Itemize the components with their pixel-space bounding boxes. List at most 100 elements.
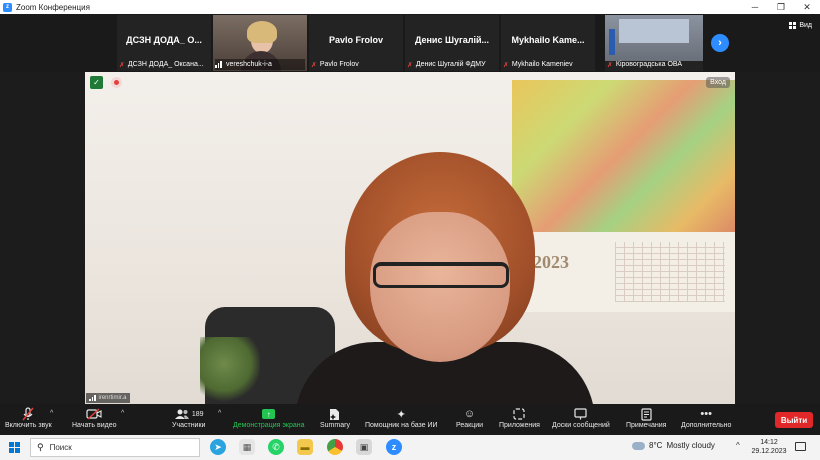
video-options-caret[interactable]: ^ [121,410,124,417]
leave-button[interactable]: Выйти [775,412,813,428]
signal-icon [215,61,224,68]
telegram-icon[interactable]: ➤ [210,439,226,455]
more-button[interactable]: ••• Дополнительно [681,406,731,429]
mic-muted-icon [22,406,34,422]
chrome-icon[interactable] [327,439,343,455]
windows-start-icon[interactable] [9,442,20,453]
ai-companion-label: Помощник на базе ИИ [365,422,438,429]
speaker-glasses [373,262,509,288]
zoom-taskbar-icon[interactable]: z [386,439,402,455]
whiteboards-button[interactable]: Доски сообщений [552,406,610,429]
calculator-icon[interactable]: ▦ [239,439,255,455]
sparkle-icon: ✦ [396,408,406,421]
unmute-button[interactable]: Включить звук [5,406,52,429]
participant-name: Pavlo Frolov [328,35,383,45]
share-screen-label: Демонстрация экрана [233,422,305,429]
participant-tile[interactable]: Денис Шугалій... ✗ Денис Шугалій ФДМУ [405,15,499,71]
taskbar-search[interactable]: ⚲ Поиск [30,438,200,457]
zoom-window: z Zoom Конференция ─ ❐ ✕ ДСЗН ДОДА_ О...… [0,0,820,460]
participant-label-text: vereshchuk-i-a [226,61,272,68]
participant-hair [247,21,277,43]
ai-companion-button[interactable]: ✦ Помощник на базе ИИ [365,406,438,430]
participant-tile[interactable]: ДСЗН ДОДА_ О... ✗ ДСЗН ДОДА_ Оксана... [117,15,211,71]
file-explorer-icon[interactable]: ▬ [297,439,313,455]
minimize-button[interactable]: ─ [742,0,768,14]
participant-label: ✗ ДСЗН ДОДА_ Оксана... [119,59,209,70]
summary-button[interactable]: Summary [320,406,350,429]
start-video-button[interactable]: Начать видео [72,406,116,429]
weather-temp: 8°C [649,441,663,450]
start-video-label: Начать видео [72,422,117,429]
summary-icon [329,406,340,422]
tray-chevron-icon[interactable]: ^ [736,441,740,450]
speaker-label: irenrtimir.a [86,393,130,403]
participant-flag [609,29,615,55]
notes-label: Примечания [626,422,667,429]
window-controls: ─ ❐ ✕ [742,0,820,14]
video-off-icon [86,406,102,422]
participant-tile[interactable]: vereshchuk-i-a [213,15,307,71]
participant-tile[interactable]: Pavlo Frolov ✗ Pavlo Frolov [309,15,403,71]
participant-name: Mykhailo Kame... [511,35,585,45]
recording-icon[interactable] [111,77,122,88]
participant-label: ✗ Pavlo Frolov [311,59,401,70]
maximize-button[interactable]: ❐ [768,0,794,14]
participants-options-caret[interactable]: ^ [218,410,221,417]
security-shield-icon[interactable]: ✓ [90,76,103,89]
apps-icon [513,406,526,422]
participant-label-text: Денис Шугалій ФДМУ [415,61,486,68]
view-label: Вид [799,22,812,29]
windows-taskbar: ⚲ Поиск ➤ ▦ ✆ ▬ ▣ z 8°C Mostly cloudy ^ … [0,435,820,460]
participant-tile[interactable]: Mykhailo Kame... ✗ Mykhailo Kameniev [501,15,595,71]
participant-tile[interactable]: ✗ Кіровоградська ОВА [605,15,703,71]
participants-label: Участники [172,422,206,429]
close-button[interactable]: ✕ [794,0,820,14]
reactions-label: Реакции [456,422,484,429]
summary-label: Summary [320,422,350,429]
participant-label: ✗ Кіровоградська ОВА [607,59,701,70]
program-icon[interactable]: ▣ [356,439,372,455]
cloud-icon [632,441,645,450]
participants-icon: 189 [174,406,204,422]
participant-label-text: ДСЗН ДОДА_ Оксана... [127,61,204,68]
participant-strip: ДСЗН ДОДА_ О... ✗ ДСЗН ДОДА_ Оксана... ve… [0,14,820,72]
reaction-icon: ☺ [463,408,476,420]
whiteboards-label: Доски сообщений [552,422,610,429]
muted-mic-icon: ✗ [407,61,413,69]
participant-name: ДСЗН ДОДА_ О... [126,35,202,45]
meeting-toolbar: Включить звук ^ Начать видео ^ 189 Участ… [0,404,820,435]
notifications-icon[interactable] [795,442,806,451]
next-page-button[interactable]: › [711,34,729,52]
participant-name: Денис Шугалій... [414,35,490,45]
reactions-button[interactable]: ☺ Реакции [456,406,483,429]
enter-button[interactable]: Вход [706,77,730,88]
view-button[interactable]: Вид [789,22,812,29]
participants-button[interactable]: 189 Участники [172,406,205,429]
share-screen-button[interactable]: ↑ Демонстрация экрана [233,406,305,429]
participant-label: ✗ Денис Шугалій ФДМУ [407,59,497,70]
clock-date: 29.12.2023 [751,448,787,455]
audio-options-caret[interactable]: ^ [50,410,53,417]
zoom-logo-icon: z [3,2,12,12]
search-icon: ⚲ [37,442,44,452]
calendar-grid [615,242,725,302]
speaker-video: 2023 ✓ Вход irenrtimir.a [85,72,735,404]
weather-widget[interactable]: 8°C Mostly cloudy [632,441,715,450]
apps-button[interactable]: Приложения [499,406,540,429]
participant-label-text: Pavlo Frolov [319,61,359,68]
whatsapp-icon[interactable]: ✆ [268,439,284,455]
muted-mic-icon: ✗ [119,61,125,69]
clock-time: 14:12 [760,439,778,446]
notes-icon [641,406,652,422]
taskbar-clock[interactable]: 14:12 29.12.2023 [750,438,788,456]
weather-desc: Mostly cloudy [666,441,715,450]
participant-label: ✗ Mykhailo Kameniev [503,59,593,70]
muted-mic-icon: ✗ [607,61,613,69]
notes-button[interactable]: Примечания [626,406,666,429]
participant-label: vereshchuk-i-a [215,59,305,70]
participants-count: 189 [191,410,204,418]
speaker-label-text: irenrtimir.a [98,395,127,401]
more-label: Дополнительно [681,422,732,429]
grid-icon [789,22,797,29]
muted-mic-icon: ✗ [311,61,317,69]
